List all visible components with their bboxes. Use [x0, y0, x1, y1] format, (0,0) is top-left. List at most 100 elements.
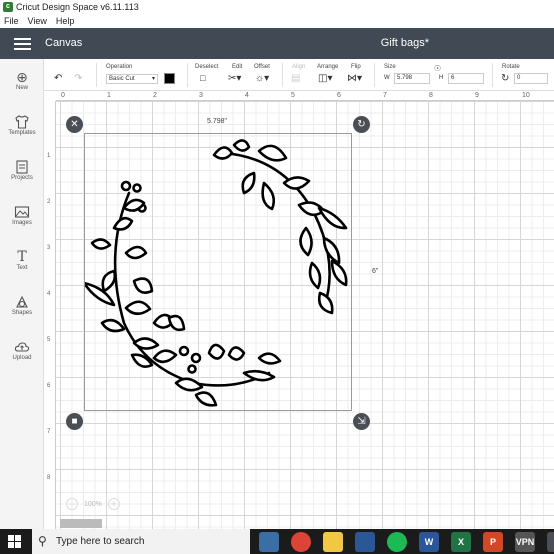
sidebar-item-projects[interactable]: Projects — [0, 159, 44, 199]
windows-start-icon[interactable] — [8, 535, 21, 548]
selection-bounding-box[interactable] — [84, 133, 352, 411]
ruler-corner — [44, 91, 56, 101]
window-titlebar: c Cricut Design Space v6.11.113 — [0, 0, 554, 14]
search-placeholder: Type here to search — [56, 536, 145, 547]
size-label: Size — [384, 64, 396, 70]
taskbar-app-chrome-icon[interactable] — [291, 532, 311, 552]
zoom-control: − 100% + — [66, 495, 128, 513]
selection-width-label: 5.798" — [207, 118, 228, 125]
undo-icon[interactable]: ↶ — [54, 73, 68, 84]
edit-label: Edit — [232, 64, 243, 70]
ruler-tick: 9 — [475, 92, 479, 99]
operation-select[interactable]: Basic Cut ▾ — [106, 74, 158, 84]
flip-label: Flip — [351, 64, 361, 70]
sidebar-item-images[interactable]: Images — [0, 204, 44, 244]
delete-close-icon[interactable]: ✕ — [66, 116, 83, 133]
zoom-in-button[interactable]: + — [107, 498, 120, 510]
ruler-tick: 5 — [47, 337, 51, 343]
sidebar-item-label: Text — [16, 265, 28, 271]
ruler-left: 1 2 3 4 5 6 7 8 — [44, 101, 56, 529]
upload-cloud-icon — [14, 339, 30, 355]
plus-circle-icon: ⊕ — [16, 69, 28, 85]
windows-taskbar: ⚲ Type here to search WXP VPN C — [0, 529, 554, 554]
ruler-tick: 8 — [429, 92, 433, 99]
rotate-handle-icon[interactable]: ↻ — [353, 116, 370, 133]
taskbar-app-file-explorer-icon[interactable] — [323, 532, 343, 552]
sidebar-item-templates[interactable]: Templates — [0, 114, 44, 154]
menu-bar: File View Help — [0, 14, 554, 28]
arrange-icon[interactable]: ◫▾ — [318, 73, 332, 84]
redo-icon[interactable]: ↷ — [74, 73, 88, 84]
project-name[interactable]: Gift bags* — [381, 37, 429, 49]
sidebar-item-shapes[interactable]: Shapes — [0, 294, 44, 334]
menu-view[interactable]: View — [28, 16, 47, 26]
deselect-icon[interactable]: □ — [200, 73, 214, 84]
horizontal-scrollbar[interactable] — [60, 519, 102, 528]
taskbar-app-vpn-icon[interactable]: VPN — [515, 532, 535, 552]
taskbar-search-box[interactable]: ⚲ Type here to search — [32, 529, 250, 554]
width-label: W — [384, 75, 390, 81]
deselect-label: Deselect — [195, 64, 219, 70]
operation-value: Basic Cut — [109, 76, 135, 82]
text-icon: T — [17, 249, 27, 265]
sidebar-item-text[interactable]: T Text — [0, 249, 44, 289]
operation-color-swatch[interactable] — [164, 73, 175, 84]
ruler-tick: 8 — [47, 475, 51, 481]
ruler-tick: 1 — [107, 92, 111, 99]
taskbar-app-word-icon[interactable]: W — [419, 532, 439, 552]
ruler-tick: 10 — [522, 92, 530, 99]
page-title: Canvas — [45, 37, 83, 49]
sidebar-item-new[interactable]: ⊕ New — [0, 69, 44, 109]
sidebar-item-label: Templates — [8, 130, 36, 136]
taskbar-app-spotify-icon[interactable] — [387, 532, 407, 552]
sidebar-item-upload[interactable]: Upload — [0, 339, 44, 379]
offset-icon[interactable]: ☼▾ — [255, 73, 269, 84]
align-icon[interactable]: ▤ — [291, 73, 305, 84]
cricut-logo-icon: c — [3, 2, 13, 12]
flip-icon[interactable]: ⋈▾ — [347, 73, 362, 84]
ruler-tick: 2 — [47, 199, 51, 205]
ruler-tick: 5 — [291, 92, 295, 99]
lock-ratio-icon[interactable]: ☉ — [434, 63, 448, 74]
taskbar-app-excel-icon[interactable]: X — [451, 532, 471, 552]
taskbar-app-cricut-icon[interactable]: C — [547, 532, 554, 552]
ruler-tick: 7 — [383, 92, 387, 99]
tshirt-icon — [14, 114, 30, 130]
lock-proportions-icon[interactable]: ■ — [66, 413, 83, 430]
app-header: Canvas Gift bags* — [0, 28, 554, 59]
ruler-tick: 3 — [47, 245, 51, 251]
sidebar-item-label: Upload — [12, 355, 32, 361]
ruler-tick: 0 — [61, 92, 65, 99]
offset-label: Offset — [254, 64, 270, 70]
window-title: Cricut Design Space v6.11.113 — [16, 2, 139, 12]
search-icon: ⚲ — [38, 534, 47, 548]
rotate-label: Rotate — [502, 64, 520, 70]
rotate-input[interactable]: 0 — [514, 73, 548, 84]
taskbar-app-mail-icon[interactable] — [355, 532, 375, 552]
arrange-label: Arrange — [317, 64, 339, 70]
taskbar-app-calendar-icon[interactable] — [259, 532, 279, 552]
menu-file[interactable]: File — [4, 16, 19, 26]
edit-scissors-icon[interactable]: ✂▾ — [228, 73, 242, 84]
zoom-out-button[interactable]: − — [66, 498, 78, 510]
taskbar-app-powerpoint-icon[interactable]: P — [483, 532, 503, 552]
ruler-tick: 6 — [47, 383, 51, 389]
operation-label: Operation — [106, 64, 133, 70]
ruler-tick: 2 — [153, 92, 157, 99]
height-input[interactable]: 6 — [448, 73, 484, 84]
ruler-tick: 4 — [245, 92, 249, 99]
align-label: Align — [292, 64, 306, 70]
menu-help[interactable]: Help — [56, 16, 75, 26]
rotate-icon: ↻ — [501, 73, 510, 84]
hamburger-menu-icon[interactable] — [14, 38, 31, 50]
resize-handle-icon[interactable]: ⇲ — [353, 413, 370, 430]
ruler-tick: 1 — [47, 153, 51, 159]
height-label: H — [439, 75, 444, 81]
edit-toolbar: ↶ ↷ Operation Basic Cut ▾ Deselect □ Edit… — [44, 59, 554, 91]
sidebar-item-label: Images — [12, 220, 32, 226]
zoom-value: 100% — [84, 500, 102, 508]
sidebar-item-label: Projects — [11, 175, 33, 181]
width-input[interactable]: 5.798 — [394, 73, 430, 84]
ruler-tick: 7 — [47, 429, 51, 435]
image-icon — [14, 204, 30, 220]
